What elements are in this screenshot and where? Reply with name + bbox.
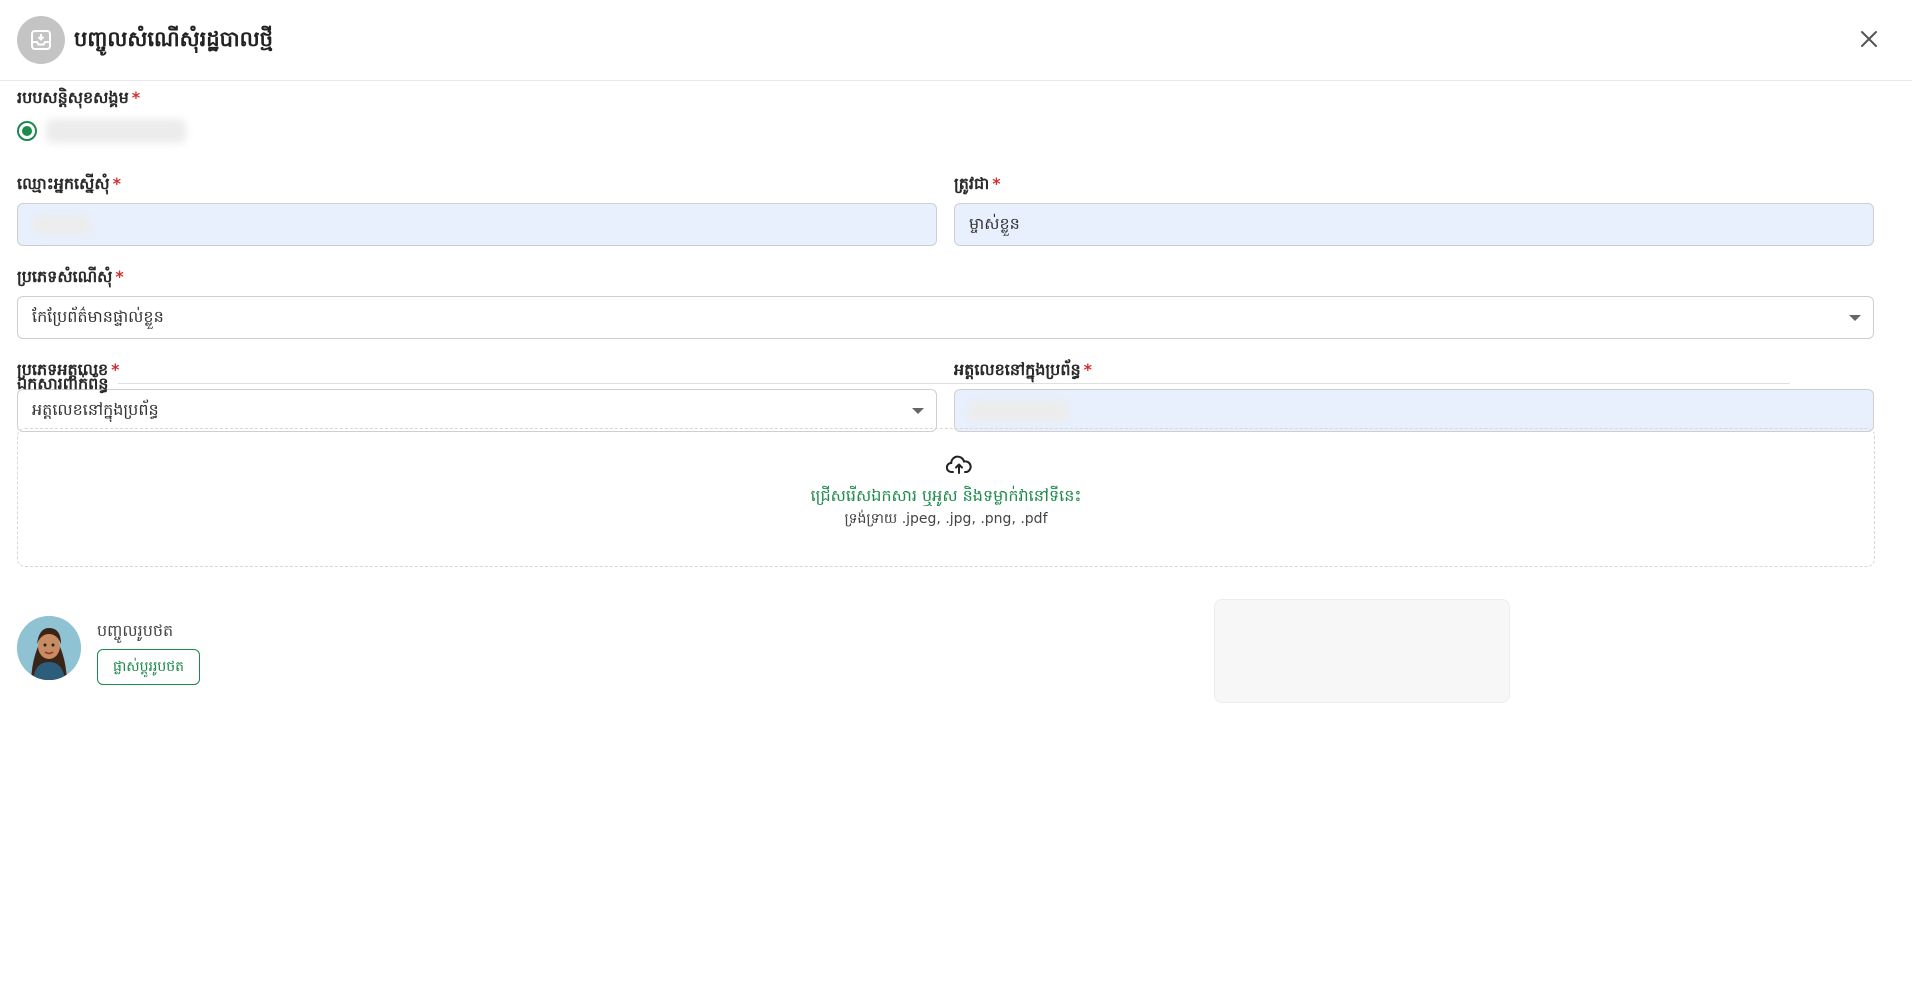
dropzone-text: ជ្រើសរើសឯកសារ ឬអូស និងទម្លាក់វានៅទីនេះ <box>810 486 1082 505</box>
change-photo-button[interactable]: ផ្លាស់ប្តូររូបថត <box>97 649 200 685</box>
close-icon[interactable] <box>1856 26 1882 52</box>
request-type-select[interactable]: កែប្រែព័ត៌មានផ្ទាល់ខ្លួន <box>17 296 1874 339</box>
id-type-value: អត្តលេខនៅក្នុងប្រព័ន្ធ <box>32 399 159 419</box>
redacted-value <box>969 399 1069 422</box>
dialog-header: បញ្ចូលសំណើសុំរដ្ឋបាលថ្មី <box>0 0 1912 81</box>
relationship-input[interactable]: ម្ចាស់ខ្លួន <box>954 203 1874 246</box>
request-type-label: ប្រភេទសំណើសុំ * <box>17 267 124 286</box>
photo-label: បញ្ចូលរូបថត <box>97 621 174 640</box>
inbox-icon <box>17 16 65 64</box>
section-divider <box>118 383 1790 384</box>
social-security-label: របបសន្តិសុខសង្គម * <box>17 88 141 107</box>
dropzone-hint: ទ្រង់ទ្រាយ .jpeg, .jpg, .png, .pdf <box>844 511 1048 527</box>
social-security-card <box>1214 599 1510 703</box>
requester-name-label: ឈ្មោះអ្នកស្នើសុំ * <box>17 174 121 193</box>
social-security-radio[interactable] <box>17 121 37 141</box>
attachments-title: ឯកសារពាក់ព័ន្ធ <box>17 374 109 393</box>
cloud-upload-icon <box>945 455 972 475</box>
system-id-label: អត្តលេខនៅក្នុងប្រព័ន្ធ * <box>954 360 1093 379</box>
redacted-value <box>46 119 186 143</box>
avatar <box>17 616 81 680</box>
file-dropzone[interactable]: ជ្រើសរើសឯកសារ ឬអូស និងទម្លាក់វានៅទីនេះ ទ… <box>17 428 1875 567</box>
relationship-label: ត្រូវជា * <box>954 174 1001 193</box>
redacted-value <box>32 214 92 235</box>
request-type-value: កែប្រែព័ត៌មានផ្ទាល់ខ្លួន <box>32 306 164 326</box>
system-id-input[interactable] <box>954 389 1874 432</box>
dialog-title: បញ្ចូលសំណើសុំរដ្ឋបាលថ្មី <box>74 27 273 51</box>
requester-name-input[interactable] <box>17 203 937 246</box>
id-type-select[interactable]: អត្តលេខនៅក្នុងប្រព័ន្ធ <box>17 389 937 432</box>
